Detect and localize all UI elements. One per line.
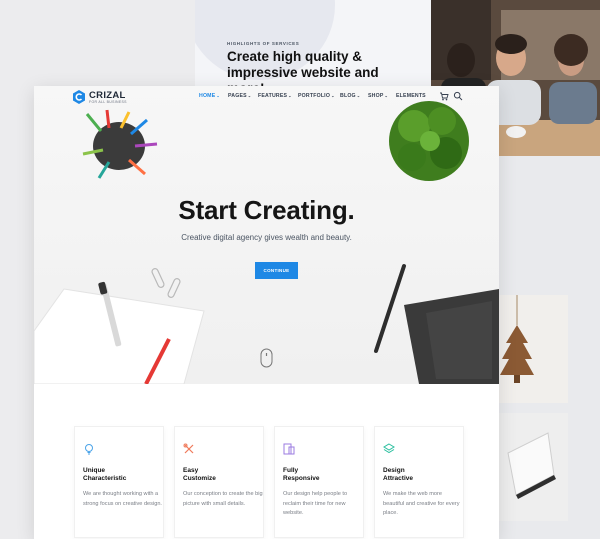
feature-title: Easy Customize (183, 467, 216, 482)
top-navigation: CRIZAL FOR ALL BUSINESS HOME⌄ PAGES⌄ FEA… (34, 86, 499, 108)
crizal-logo-icon[interactable] (72, 90, 86, 104)
cart-icon[interactable] (439, 91, 449, 101)
feature-card[interactable]: Easy Customize Our conception to create … (174, 426, 264, 538)
feature-title: Unique Characteristic (83, 467, 127, 482)
nav-item-pages[interactable]: PAGES⌄ (228, 93, 251, 99)
hero-title: Start Creating. (178, 195, 355, 225)
nav-item-portfolio[interactable]: PORTFOLIO⌄ (298, 93, 335, 99)
feature-description: We are thought working with a strong foc… (83, 491, 162, 507)
website-preview: CRIZAL FOR ALL BUSINESS HOME⌄ PAGES⌄ FEA… (34, 86, 499, 539)
nav-item-features[interactable]: FEATURES⌄ (258, 93, 292, 99)
notepad-image (34, 281, 205, 384)
feature-description: We make the web more beautiful and creat… (383, 491, 460, 516)
nav-item-shop[interactable]: SHOP⌄ (368, 93, 388, 99)
tools-icon (183, 443, 194, 454)
feature-card[interactable]: Fully Responsive Our design help people … (274, 426, 364, 538)
notebook-image (498, 413, 568, 521)
feature-card[interactable]: Design Attractive We make the web more b… (374, 426, 464, 538)
wood-ornament-image (498, 295, 568, 403)
feature-title: Design Attractive (383, 467, 413, 482)
tablet-image (374, 264, 499, 384)
brand-tagline: FOR ALL BUSINESS (89, 100, 127, 104)
nav-item-home[interactable]: HOME⌄ (199, 93, 220, 99)
feature-card[interactable]: Unique Characteristic We are thought wor… (74, 426, 164, 538)
services-eyebrow: HIGHLIGHTS OF SERVICES (227, 41, 300, 46)
hero-section: CRIZAL FOR ALL BUSINESS HOME⌄ PAGES⌄ FEA… (34, 86, 499, 384)
nav-item-elements[interactable]: ELEMENTS (396, 93, 426, 99)
continue-button[interactable]: CONTINUE (255, 262, 298, 279)
scroll-mouse-icon[interactable] (260, 348, 273, 368)
feature-description: Our design help people to reclaim their … (283, 491, 348, 516)
pen-holder-image (82, 109, 158, 179)
lightbulb-icon (85, 444, 93, 455)
devices-icon (283, 443, 295, 455)
feature-title: Fully Responsive (283, 467, 320, 482)
hero-subtitle: Creative digital agency gives wealth and… (181, 233, 352, 242)
search-icon[interactable] (453, 91, 463, 101)
nav-item-blog[interactable]: BLOG⌄ (340, 93, 360, 99)
features-section: Unique Characteristic We are thought wor… (34, 384, 499, 539)
feature-description: Our conception to create the big picture… (183, 491, 263, 507)
layers-icon (383, 443, 395, 454)
